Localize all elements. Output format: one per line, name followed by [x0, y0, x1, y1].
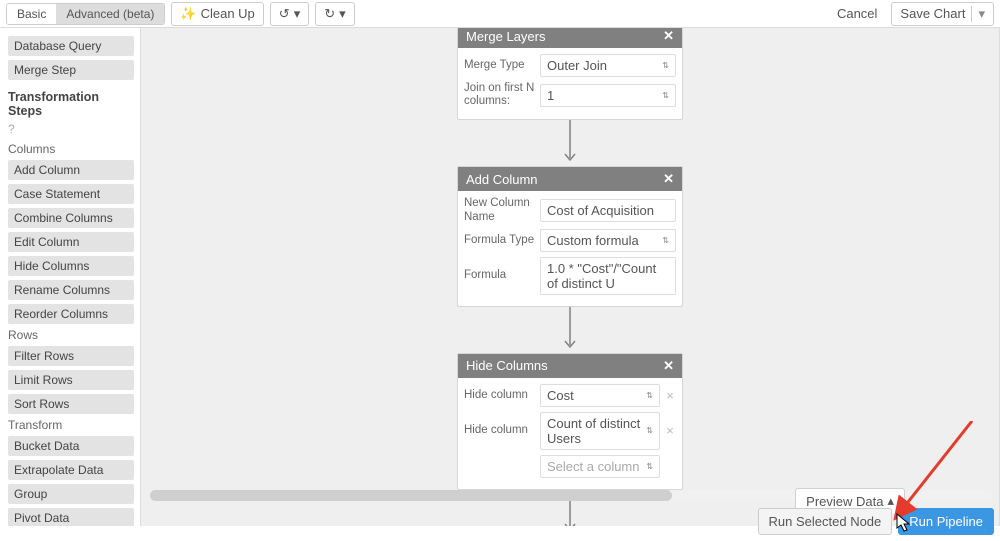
- node-hide-columns[interactable]: Hide Columns ✕ Hide column Cost⇅ × Hide c…: [457, 353, 683, 490]
- sidebar-item-edit-column[interactable]: Edit Column: [8, 232, 134, 252]
- sidebar: Database Query Merge Step Transformation…: [0, 28, 140, 526]
- sidebar-heading-rows: Rows: [8, 328, 134, 342]
- row-label: Formula Type: [464, 234, 536, 247]
- sidebar-item-pivot-data[interactable]: Pivot Data: [8, 508, 134, 526]
- sidebar-item-sort-rows[interactable]: Sort Rows: [8, 394, 134, 414]
- tab-basic[interactable]: Basic: [7, 4, 56, 24]
- tab-advanced[interactable]: Advanced (beta): [56, 4, 164, 24]
- close-icon[interactable]: ✕: [663, 358, 674, 374]
- chevron-down-icon[interactable]: ▾: [971, 6, 985, 22]
- chevron-updown-icon: ⇅: [646, 391, 653, 400]
- flow-arrow-icon: [141, 307, 999, 353]
- chevron-down-icon: ▾: [339, 6, 346, 22]
- row-label: Hide column: [464, 424, 536, 437]
- new-column-name-input[interactable]: Cost of Acquisition: [540, 199, 676, 222]
- sidebar-item-group[interactable]: Group: [8, 484, 134, 504]
- join-columns-select[interactable]: 1⇅: [540, 84, 676, 107]
- node-add-column[interactable]: Add Column ✕ New Column Name Cost of Acqu…: [457, 166, 683, 306]
- sidebar-item-case-statement[interactable]: Case Statement: [8, 184, 134, 204]
- sidebar-item-rename-columns[interactable]: Rename Columns: [8, 280, 134, 300]
- chevron-updown-icon: ⇅: [662, 61, 669, 70]
- sidebar-item-hide-columns[interactable]: Hide Columns: [8, 256, 134, 276]
- row-label: New Column Name: [464, 197, 536, 223]
- hide-column-select[interactable]: Select a column⇅: [540, 455, 660, 478]
- sidebar-merge-step[interactable]: Merge Step: [8, 60, 134, 80]
- row-label: Formula: [464, 269, 536, 282]
- run-pipeline-button[interactable]: Run Pipeline: [898, 508, 994, 535]
- cancel-button[interactable]: Cancel: [829, 2, 885, 25]
- flow-arrow-icon: [141, 120, 999, 166]
- node-merge-layers[interactable]: Merge Layers ✕ Merge Type Outer Join⇅ Joi…: [457, 28, 683, 120]
- caret-up-icon: ▴: [887, 493, 894, 509]
- sidebar-item-add-column[interactable]: Add Column: [8, 160, 134, 180]
- formula-type-select[interactable]: Custom formula⇅: [540, 229, 676, 252]
- sidebar-heading-transform: Transform: [8, 418, 134, 432]
- sidebar-heading-columns: Columns: [8, 142, 134, 156]
- chevron-down-icon: ▾: [294, 6, 301, 22]
- remove-icon[interactable]: ×: [664, 423, 676, 438]
- save-chart-button[interactable]: Save Chart ▾: [891, 2, 994, 26]
- sidebar-item-extrapolate-data[interactable]: Extrapolate Data: [8, 460, 134, 480]
- row-label: Hide column: [464, 389, 536, 402]
- hide-column-select[interactable]: Count of distinct Users⇅: [540, 412, 660, 450]
- row-label: Join on first N columns:: [464, 82, 536, 108]
- remove-icon[interactable]: ×: [664, 388, 676, 403]
- sidebar-item-reorder-columns[interactable]: Reorder Columns: [8, 304, 134, 324]
- wand-icon: ✨: [180, 6, 196, 22]
- sidebar-item-bucket-data[interactable]: Bucket Data: [8, 436, 134, 456]
- node-title: Merge Layers: [466, 29, 545, 44]
- sidebar-item-limit-rows[interactable]: Limit Rows: [8, 370, 134, 390]
- mode-toggle: Basic Advanced (beta): [6, 3, 165, 25]
- scrollbar-thumb[interactable]: [150, 490, 672, 501]
- redo-button[interactable]: ↻ ▾: [315, 2, 354, 26]
- run-bar: Run Selected Node Run Pipeline: [758, 508, 994, 535]
- sidebar-item-combine-columns[interactable]: Combine Columns: [8, 208, 134, 228]
- chevron-updown-icon: ⇅: [662, 91, 669, 100]
- sidebar-item-filter-rows[interactable]: Filter Rows: [8, 346, 134, 366]
- help-icon[interactable]: ?: [8, 122, 134, 136]
- formula-input[interactable]: 1.0 * "Cost"/"Count of distinct U: [540, 257, 676, 295]
- chevron-updown-icon: ⇅: [662, 236, 669, 245]
- chevron-updown-icon: ⇅: [646, 462, 653, 471]
- top-toolbar: Basic Advanced (beta) ✨ Clean Up ↺ ▾ ↻ ▾…: [0, 0, 1000, 28]
- close-icon[interactable]: ✕: [663, 28, 674, 44]
- undo-icon: ↺: [279, 6, 290, 22]
- run-selected-node-button[interactable]: Run Selected Node: [758, 508, 893, 535]
- hide-column-select[interactable]: Cost⇅: [540, 384, 660, 407]
- row-label: Merge Type: [464, 59, 536, 72]
- node-title: Hide Columns: [466, 358, 548, 373]
- chevron-updown-icon: ⇅: [646, 426, 653, 435]
- node-title: Add Column: [466, 172, 538, 187]
- undo-button[interactable]: ↺ ▾: [270, 2, 309, 26]
- merge-type-select[interactable]: Outer Join⇅: [540, 54, 676, 77]
- cleanup-button[interactable]: ✨ Clean Up: [171, 2, 263, 26]
- sidebar-database-query[interactable]: Database Query: [8, 36, 134, 56]
- sidebar-heading-transformation: Transformation Steps: [8, 90, 134, 118]
- redo-icon: ↻: [324, 6, 335, 22]
- close-icon[interactable]: ✕: [663, 171, 674, 187]
- pipeline-canvas[interactable]: Merge Layers ✕ Merge Type Outer Join⇅ Joi…: [140, 28, 1000, 526]
